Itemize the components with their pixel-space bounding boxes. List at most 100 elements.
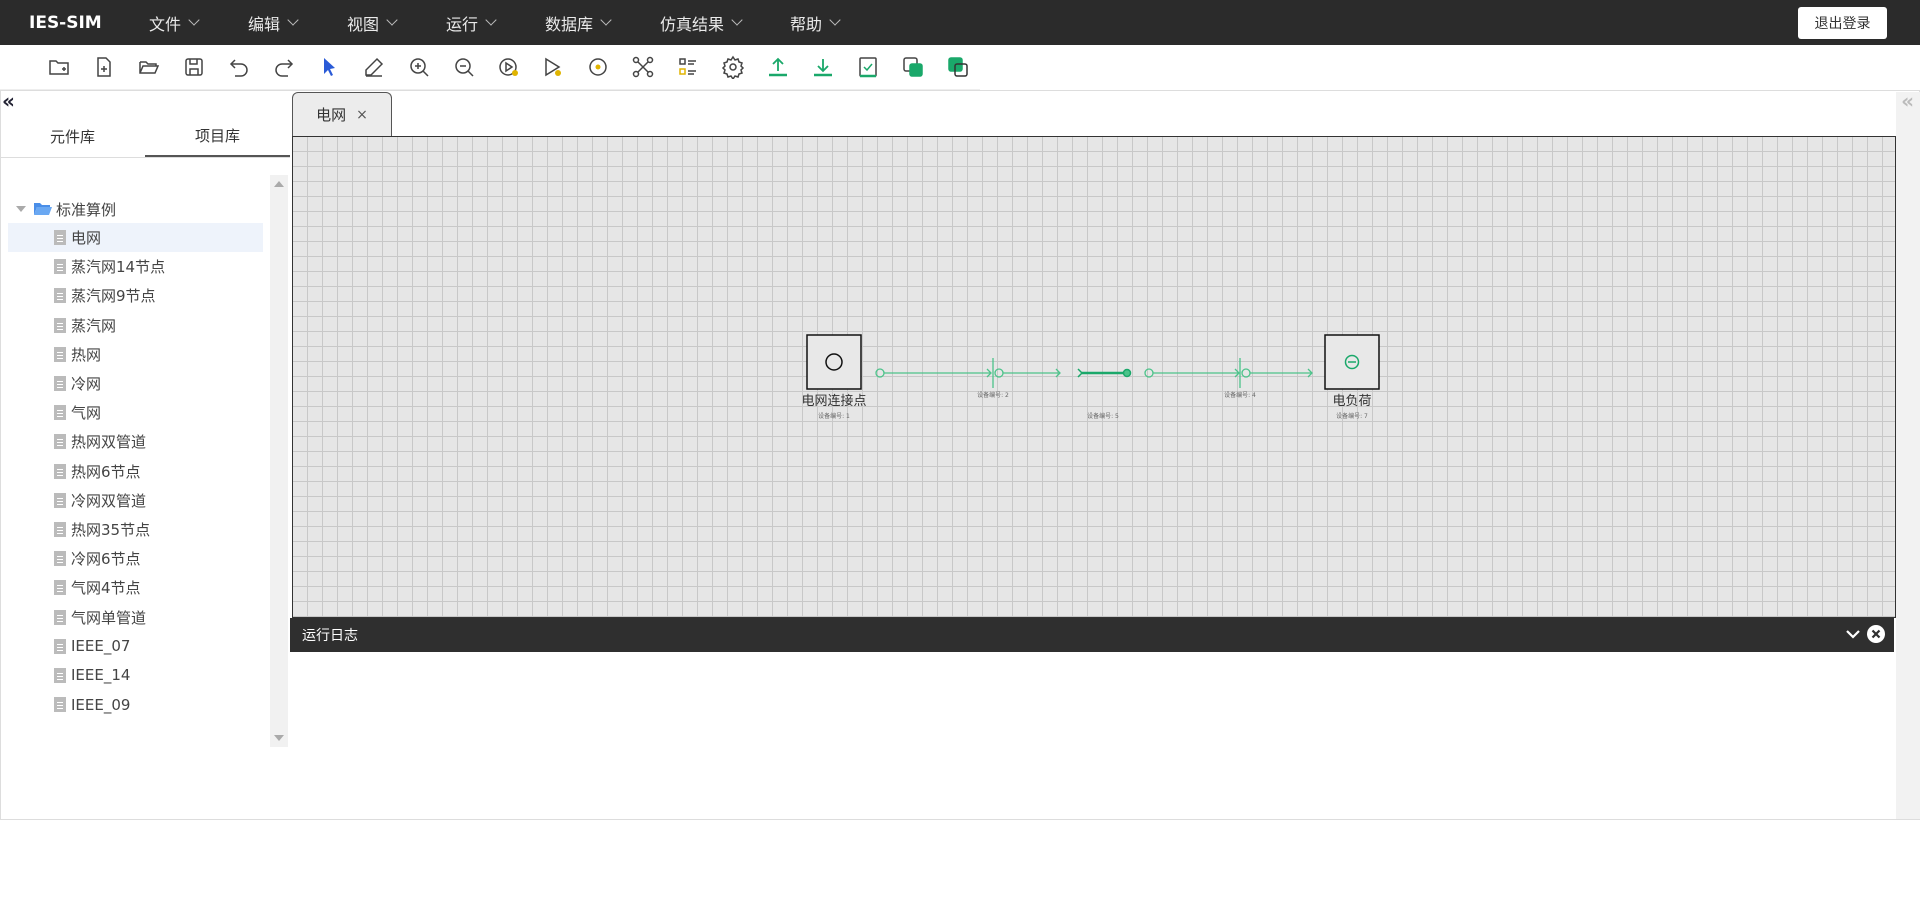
run-log-body xyxy=(290,652,1894,818)
tree-item[interactable]: 电网 xyxy=(8,223,263,253)
tree-item[interactable]: 冷网6节点 xyxy=(8,544,263,573)
pencil-button[interactable] xyxy=(351,49,396,85)
close-circle-icon[interactable] xyxy=(1866,624,1886,644)
undo-button[interactable] xyxy=(217,49,262,85)
tree-item[interactable]: 热网6节点 xyxy=(8,457,263,486)
list-settings-button[interactable] xyxy=(666,49,711,85)
connection-line[interactable] xyxy=(1144,368,1240,378)
file-icon xyxy=(54,405,66,421)
play-button[interactable] xyxy=(486,49,531,85)
app-brand: IES-SIM xyxy=(29,12,102,33)
settings-button[interactable] xyxy=(711,49,756,85)
menu-results-label: 仿真结果 xyxy=(660,14,725,34)
chevron-down-icon xyxy=(287,14,299,26)
chevron-down-icon xyxy=(600,14,612,26)
copy-button[interactable] xyxy=(890,49,935,85)
tree-item[interactable]: IEEE_09 xyxy=(8,690,263,719)
layers-icon xyxy=(947,57,968,77)
file-icon xyxy=(54,580,66,596)
file-icon xyxy=(54,609,66,625)
run-step-button[interactable] xyxy=(531,49,576,85)
new-file-button[interactable] xyxy=(82,49,127,85)
chevron-down-icon xyxy=(188,14,200,26)
zoom-in-button[interactable] xyxy=(396,49,441,85)
tree-item[interactable]: 热网35节点 xyxy=(8,515,263,544)
load-label: 电负荷 xyxy=(1332,394,1371,409)
menu-file[interactable]: 文件 xyxy=(149,11,248,35)
connect-nodes-button[interactable] xyxy=(621,49,666,85)
save-button[interactable] xyxy=(172,49,217,85)
tree-item[interactable]: 冷网 xyxy=(8,369,263,398)
caret-down-icon[interactable] xyxy=(16,206,26,212)
tree-item[interactable]: 冷网双管道 xyxy=(8,486,263,515)
run-step-icon xyxy=(545,57,562,77)
scroll-up-icon[interactable] xyxy=(274,181,284,187)
chevron-down-icon xyxy=(386,14,398,26)
tree-item[interactable]: 气网4节点 xyxy=(8,573,263,602)
download-icon xyxy=(813,59,832,77)
tab-component-library[interactable]: 元件库 xyxy=(0,116,145,157)
checklist-button[interactable] xyxy=(845,49,890,85)
run-log-title: 运行日志 xyxy=(302,628,358,644)
line-element-5[interactable] xyxy=(1077,368,1132,378)
electric-load-node[interactable] xyxy=(1324,334,1380,390)
collapse-left-icon[interactable]: « xyxy=(2,91,15,111)
close-icon[interactable]: × xyxy=(356,107,368,123)
tree-item-label: IEEE_07 xyxy=(71,637,131,656)
line-5-tag: 设备编号: 5 xyxy=(1087,412,1119,420)
expand-right-icon[interactable]: « xyxy=(1901,91,1914,111)
record-button[interactable] xyxy=(576,49,621,85)
layers-button[interactable] xyxy=(935,49,980,85)
tree-item[interactable]: 气网 xyxy=(8,398,263,427)
tree-folder-standard-cases[interactable]: 标准算例 xyxy=(8,195,263,223)
zoom-out-button[interactable] xyxy=(441,49,486,85)
tree-item[interactable]: 热网双管道 xyxy=(8,427,263,456)
chevron-down-icon xyxy=(829,14,841,26)
menu-run[interactable]: 运行 xyxy=(446,11,545,35)
editor-tab-label: 电网 xyxy=(316,106,347,124)
scroll-down-icon[interactable] xyxy=(274,735,284,741)
menu-edit[interactable]: 编辑 xyxy=(248,11,347,35)
redo-button[interactable] xyxy=(262,49,307,85)
tree-item[interactable]: IEEE_14 xyxy=(8,661,263,690)
menu-results[interactable]: 仿真结果 xyxy=(660,11,790,35)
source-label: 电网连接点 xyxy=(801,393,866,409)
bus-node-2[interactable] xyxy=(992,358,1061,388)
new-folder-icon xyxy=(49,60,70,75)
diagram-canvas[interactable]: 电网连接点 设备编号: 1 设备编号: 2 设备编号: 5 设备编号: 4 电负… xyxy=(292,136,1896,618)
tree-item-label: 冷网 xyxy=(71,375,102,394)
tab-grid-editor[interactable]: 电网 × xyxy=(292,92,392,136)
new-folder-button[interactable] xyxy=(37,49,82,85)
menu-database[interactable]: 数据库 xyxy=(545,11,660,35)
menu-view[interactable]: 视图 xyxy=(347,11,446,35)
tab-project-library[interactable]: 项目库 xyxy=(145,116,290,157)
tree-item-label: 气网单管道 xyxy=(71,608,147,627)
file-icon xyxy=(54,638,66,654)
bus-4-tag: 设备编号: 4 xyxy=(1224,391,1256,399)
tree-item[interactable]: 蒸汽网9节点 xyxy=(8,281,263,310)
tree-item-label: 冷网双管道 xyxy=(71,491,147,510)
pointer-button[interactable] xyxy=(306,49,351,85)
tree-item[interactable]: 热网 xyxy=(8,340,263,369)
tree-folder-label: 标准算例 xyxy=(56,200,117,219)
menu-view-label: 视图 xyxy=(347,14,380,34)
tree-item-label: 蒸汽网9节点 xyxy=(71,287,156,306)
menu-edit-label: 编辑 xyxy=(248,14,281,34)
logout-button[interactable]: 退出登录 xyxy=(1798,7,1887,39)
upload-button[interactable] xyxy=(756,49,801,85)
bus-node-4[interactable] xyxy=(1239,358,1313,388)
tree-item[interactable]: 蒸汽网 xyxy=(8,311,263,340)
open-folder-button[interactable] xyxy=(127,49,172,85)
chevron-down-icon[interactable] xyxy=(1844,625,1862,643)
tree-item[interactable]: 气网单管道 xyxy=(8,602,263,631)
bus-2-tag: 设备编号: 2 xyxy=(977,391,1009,399)
download-button[interactable] xyxy=(800,49,845,85)
tree-item-label: 热网双管道 xyxy=(71,433,147,452)
connection-line[interactable] xyxy=(875,368,992,378)
tree-item[interactable]: IEEE_07 xyxy=(8,632,263,661)
grid-connection-node[interactable] xyxy=(806,334,862,390)
tree-item[interactable]: 蒸汽网14节点 xyxy=(8,252,263,281)
tree-scrollbar[interactable] xyxy=(270,175,288,747)
menu-help[interactable]: 帮助 xyxy=(790,11,880,35)
menu-bar: IES-SIM 文件 编辑 视图 运行 数据库 仿真结果 帮助 退出登录 xyxy=(0,0,1920,45)
